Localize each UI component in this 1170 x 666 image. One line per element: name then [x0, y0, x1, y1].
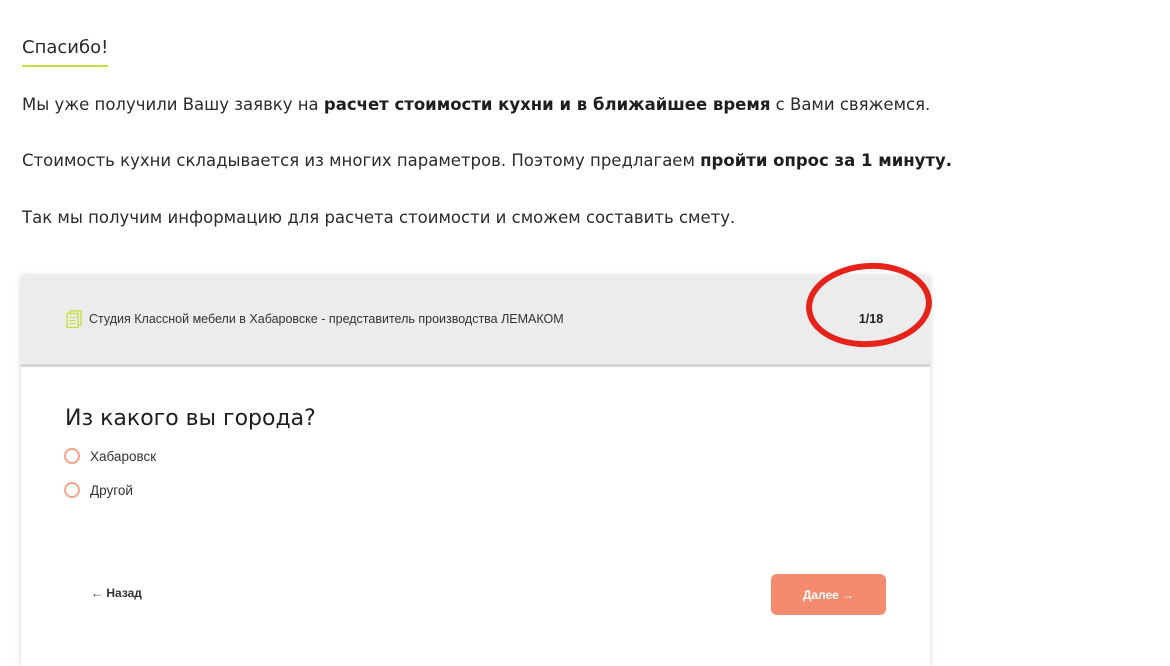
radio-button[interactable]: [64, 482, 80, 498]
next-button[interactable]: Далее →: [771, 574, 886, 615]
option-label: Хабаровск: [90, 448, 157, 464]
page: Спасибо! Мы уже получили Вашу заявку на …: [0, 0, 1170, 666]
red-circle-annotation: [803, 258, 935, 352]
studio-name: Студия Классной мебели в Хабаровске - пр…: [89, 312, 564, 326]
option-khabarovsk[interactable]: Хабаровск: [64, 446, 156, 466]
question-title: Из какого вы города?: [65, 406, 316, 431]
survey-offer-bold: пройти опрос за 1 минуту.: [700, 151, 953, 170]
back-button[interactable]: ← Назад: [91, 586, 142, 600]
survey-offer-start: Стоимость кухни складывается из многих п…: [22, 151, 701, 170]
option-other[interactable]: Другой: [64, 480, 133, 500]
thanks-title: Спасибо!: [22, 37, 109, 67]
document-icon: [66, 310, 82, 328]
request-text-end: с Вами свяжемся.: [770, 95, 931, 114]
option-label: Другой: [90, 482, 133, 498]
request-text-bold: расчет стоимости кухни и в ближайшее вре…: [323, 95, 771, 114]
request-received-text: Мы уже получили Вашу заявку на расчет ст…: [22, 94, 930, 116]
survey-offer-text: Стоимость кухни складывается из многих п…: [22, 150, 952, 172]
estimate-info-text: Так мы получим информацию для расчета ст…: [22, 208, 736, 227]
request-text-start: Мы уже получили Вашу заявку на: [22, 95, 324, 114]
quiz-header: Студия Классной мебели в Хабаровске - пр…: [21, 258, 935, 367]
radio-button[interactable]: [64, 448, 80, 464]
quiz-widget: Студия Классной мебели в Хабаровске - пр…: [21, 258, 935, 666]
